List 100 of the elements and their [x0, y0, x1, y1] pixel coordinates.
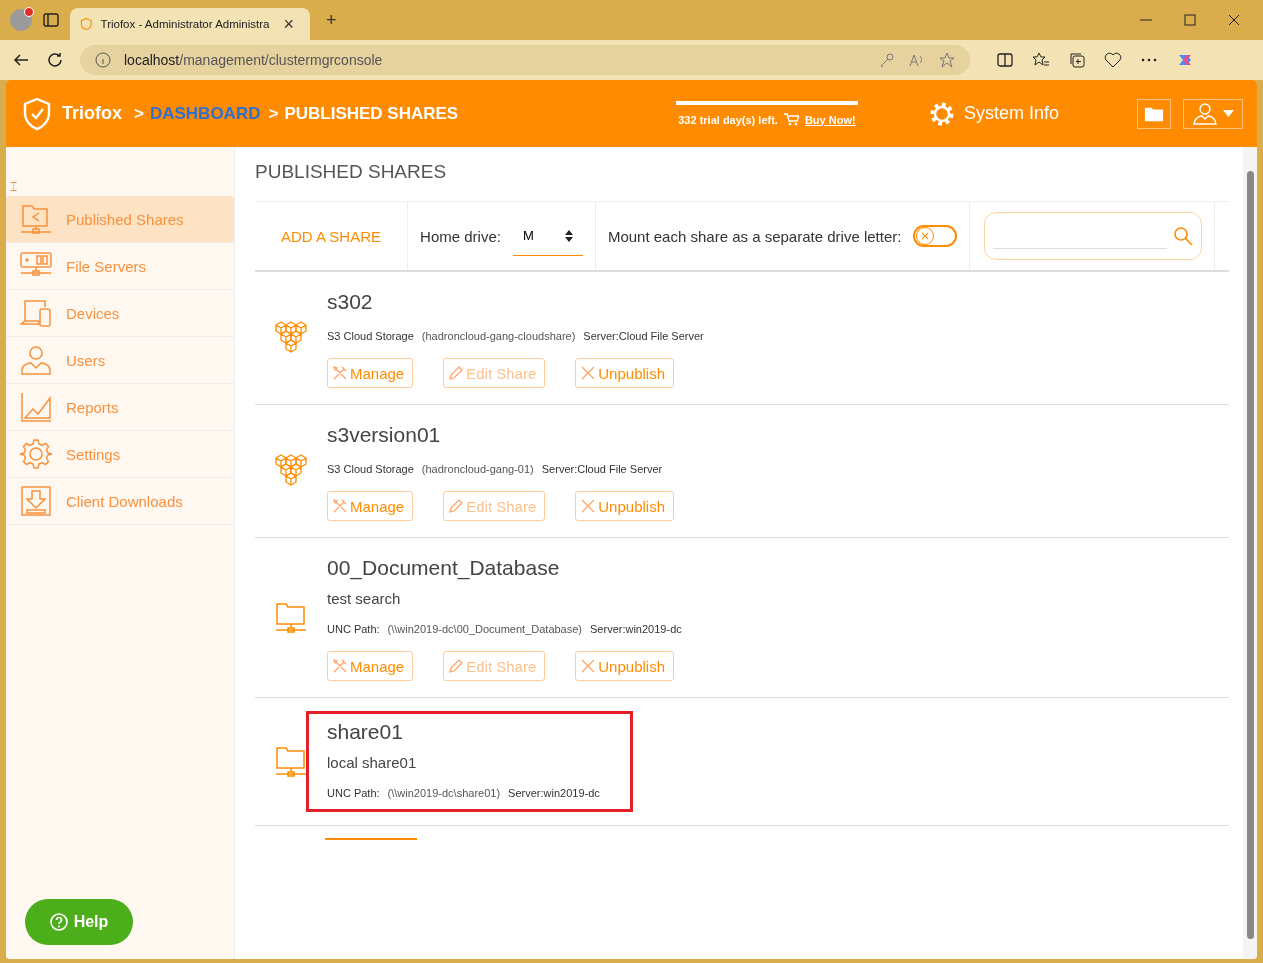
heart-icon[interactable] — [1104, 51, 1122, 69]
pencil-icon — [448, 365, 465, 381]
tab-actions-icon[interactable] — [42, 11, 60, 29]
close-icon — [580, 365, 597, 381]
server-name: Server:win2019-dc — [508, 787, 600, 799]
server-name: Server:win2019-dc — [590, 623, 682, 635]
download-icon — [20, 485, 52, 517]
url-text: localhost/management/clustermgrconsole — [124, 52, 383, 68]
tools-icon — [332, 365, 348, 381]
user-icon — [20, 344, 52, 376]
favorites-icon[interactable] — [1032, 51, 1050, 69]
star-icon[interactable] — [938, 51, 956, 69]
add-share-button[interactable]: ADD A SHARE — [267, 227, 396, 245]
storage-label: S3 Cloud Storage — [327, 330, 414, 342]
dashboard-link[interactable]: DASHBOARD — [149, 103, 261, 124]
sidebar-item[interactable]: Reports — [6, 384, 234, 431]
breadcrumb-separator: > — [268, 103, 279, 124]
user-menu-button[interactable] — [1183, 98, 1243, 129]
mount-label: Mount each share as a separate drive letter: — [607, 227, 902, 245]
scrollbar[interactable] — [1243, 147, 1257, 959]
storage-label: UNC Path: — [327, 623, 380, 635]
share-action-button[interactable]: Manage — [327, 491, 414, 521]
home-drive-label: Home drive: — [420, 227, 501, 245]
sidebar-label: Devices — [66, 304, 120, 322]
split-screen-icon[interactable] — [996, 51, 1014, 69]
tools-icon — [332, 658, 348, 674]
shield-logo-icon — [22, 96, 52, 131]
tools-icon — [332, 498, 348, 514]
server-name: Server:Cloud File Server — [583, 330, 704, 342]
sidebar-label: Published Shares — [66, 210, 184, 228]
close-icon — [580, 498, 597, 514]
share-description: local share01 — [327, 754, 418, 771]
share-action-button[interactable]: Unpublish — [575, 651, 674, 681]
share-action-button[interactable]: Edit Share — [443, 491, 546, 521]
share-name: share01 — [327, 720, 404, 744]
share-description: test search — [327, 590, 402, 607]
browser-tab[interactable]: Triofox - Administrator Administra × — [70, 8, 310, 40]
storage-path: (\\win2019-dc\share01) — [387, 787, 501, 799]
settings-icon — [20, 438, 52, 470]
sidebar-label: Users — [66, 351, 106, 369]
close-icon — [580, 658, 597, 674]
sidebar-item[interactable]: Users — [6, 337, 234, 384]
sidebar-label: Reports — [66, 398, 119, 416]
share-action-button[interactable]: Unpublish — [575, 358, 674, 388]
folder-button[interactable] — [1137, 98, 1171, 129]
shield-icon — [80, 15, 93, 33]
collapse-toggle[interactable]: ⌶ — [10, 180, 17, 196]
share-name: s302 — [327, 290, 374, 314]
collections-icon[interactable] — [1068, 51, 1086, 69]
share-name: 00_Document_Database — [327, 556, 561, 580]
storage-path: (hadroncloud-gang-01) — [421, 463, 534, 475]
share-action-button[interactable]: Edit Share — [443, 358, 546, 388]
shared-folder-icon — [20, 203, 52, 235]
search-icon[interactable] — [1173, 226, 1194, 246]
search-field[interactable] — [984, 212, 1203, 260]
drive-select[interactable]: M — [512, 216, 583, 256]
server-name: Server:Cloud File Server — [541, 463, 663, 475]
sidebar-item[interactable]: Client Downloads — [6, 478, 234, 525]
sidebar-label: Settings — [66, 445, 121, 463]
breadcrumb-current: PUBLISHED SHARES — [284, 103, 459, 124]
breadcrumb-separator: > — [134, 103, 144, 124]
page-title: PUBLISHED SHARES — [255, 161, 448, 183]
buy-now-link[interactable]: Buy Now! — [804, 113, 856, 126]
cubes-icon — [274, 321, 308, 355]
storage-path: (\\win2019-dc\00_Document_Database) — [387, 623, 583, 635]
system-info-link[interactable]: System Info — [963, 103, 1059, 124]
key-icon[interactable] — [878, 51, 896, 69]
maximize-icon[interactable] — [1181, 11, 1199, 29]
toggle-switch[interactable] — [913, 225, 958, 247]
help-button[interactable]: Help — [25, 899, 133, 945]
refresh-icon[interactable] — [46, 51, 64, 69]
sidebar-item[interactable]: Devices — [6, 290, 234, 337]
sidebar-item[interactable]: Published Shares — [6, 196, 234, 243]
share-action-button[interactable]: Edit Share — [443, 651, 546, 681]
cart-icon — [783, 113, 799, 126]
sidebar-item[interactable]: File Servers — [6, 243, 234, 290]
sort-arrows-icon — [564, 229, 573, 242]
sidebar-label: File Servers — [66, 257, 147, 275]
devices-icon — [20, 297, 52, 329]
caret-icon — [1222, 110, 1234, 117]
share-action-button[interactable]: Unpublish — [575, 491, 674, 521]
share-action-button[interactable]: Manage — [327, 358, 414, 388]
sidebar-item[interactable]: Settings — [6, 431, 234, 478]
new-tab-button[interactable]: + — [320, 9, 343, 31]
info-icon — [94, 51, 112, 69]
trial-days-text: 332 trial day(s) left. — [678, 113, 778, 126]
question-icon — [49, 913, 68, 931]
cubes-icon — [274, 454, 308, 488]
share-name: s3version01 — [327, 423, 442, 447]
pencil-icon — [448, 498, 465, 514]
brand-name: Triofox — [62, 103, 122, 124]
network-folder-icon — [274, 600, 308, 635]
pencil-icon — [448, 658, 465, 674]
close-tab-button[interactable]: × — [277, 13, 300, 35]
share-action-button[interactable]: Manage — [327, 651, 414, 681]
address-bar[interactable]: localhost/management/clustermgrconsole — [80, 45, 970, 75]
profile-avatar[interactable] — [10, 9, 32, 31]
user-icon — [1192, 102, 1217, 125]
network-folder-icon — [274, 744, 308, 779]
storage-label: S3 Cloud Storage — [327, 463, 414, 475]
